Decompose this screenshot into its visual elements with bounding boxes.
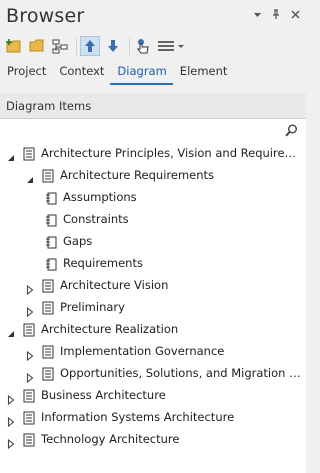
element-icon [45, 190, 57, 209]
menu-icon[interactable] [156, 36, 186, 56]
dropdown-icon[interactable] [252, 9, 262, 23]
diagram-icon [23, 388, 35, 407]
tab-project[interactable]: Project [0, 63, 52, 83]
tree-item-label: Constraints [63, 212, 129, 226]
tree-row[interactable]: Assumptions [0, 187, 306, 207]
collapsed-arrow-icon[interactable] [25, 346, 35, 362]
tree-item-label: Implementation Governance [60, 344, 225, 358]
tree-item-label: Business Architecture [41, 388, 166, 402]
tree-item-label: Opportunities, Solutions, and Migration … [60, 366, 302, 380]
diagram-icon [23, 410, 35, 429]
tree-item-label: Architecture Vision [60, 278, 169, 292]
tree-view[interactable]: Architecture Principles, Vision and Requ… [0, 119, 306, 473]
diagram-icon [42, 278, 54, 297]
folder-icon[interactable] [27, 36, 47, 56]
search-icon[interactable] [285, 122, 298, 141]
tree-item-label: Requirements [63, 256, 143, 270]
tree-item-label: Assumptions [63, 190, 137, 204]
tree-row[interactable]: Architecture Vision [0, 275, 306, 297]
tree-item-label: Architecture Requirements [60, 168, 215, 182]
close-icon[interactable] [290, 9, 300, 23]
tree-item-label: Architecture Realization [41, 322, 179, 336]
expanded-arrow-icon[interactable] [6, 324, 16, 337]
tree-row[interactable]: Information Systems Architecture [0, 407, 306, 429]
tab-diagram[interactable]: Diagram [110, 63, 173, 85]
tree-row[interactable]: Preliminary [0, 297, 306, 319]
move-down-icon[interactable] [103, 36, 123, 56]
tab-element[interactable]: Element [173, 63, 234, 83]
diagram-icon [23, 322, 35, 341]
expanded-arrow-icon[interactable] [6, 148, 16, 161]
tree-item-label: Architecture Principles, Vision and Requ… [41, 146, 302, 160]
browser-tabs: Project Context Diagram Element [0, 63, 233, 85]
tree-row[interactable]: Constraints [0, 209, 306, 229]
tree-row[interactable]: Opportunities, Solutions, and Migration … [0, 363, 306, 385]
element-icon [45, 234, 57, 253]
toolbar [4, 35, 189, 57]
diagram-icon [42, 344, 54, 363]
collapsed-arrow-icon[interactable] [25, 368, 35, 384]
tree-item-label: Preliminary [60, 300, 125, 314]
element-icon [45, 256, 57, 275]
collapsed-arrow-icon[interactable] [6, 434, 16, 450]
diagram-icon [23, 146, 35, 165]
window-title: Browser [6, 5, 85, 27]
toolbar-separator [76, 37, 77, 55]
hierarchy-icon[interactable] [50, 36, 70, 56]
move-up-icon[interactable] [80, 36, 100, 56]
collapsed-arrow-icon[interactable] [6, 412, 16, 428]
collapsed-arrow-icon[interactable] [25, 280, 35, 296]
tree-row[interactable]: Technology Architecture [0, 429, 306, 451]
diagram-icon [42, 366, 54, 385]
tree-row[interactable]: Gaps [0, 231, 306, 251]
tab-context[interactable]: Context [52, 63, 110, 83]
pin-icon[interactable] [271, 9, 281, 23]
tree-row[interactable]: Business Architecture [0, 385, 306, 407]
tree-row[interactable]: Implementation Governance [0, 341, 306, 363]
collapsed-arrow-icon[interactable] [6, 390, 16, 406]
tree-item-label: Technology Architecture [41, 432, 180, 446]
diagram-icon [23, 432, 35, 451]
tree-item-label: Gaps [63, 234, 93, 248]
section-title: Diagram Items [6, 99, 92, 113]
new-package-icon[interactable] [4, 36, 24, 56]
element-icon [45, 212, 57, 231]
toolbar-separator [129, 37, 130, 55]
diagram-icon [42, 168, 54, 187]
expanded-arrow-icon[interactable] [25, 170, 35, 183]
title-bar: Browser [0, 0, 306, 34]
collapsed-arrow-icon[interactable] [25, 302, 35, 318]
title-buttons [252, 9, 300, 23]
diagram-icon [42, 300, 54, 319]
pointer-hand-icon[interactable] [133, 36, 153, 56]
section-header: Diagram Items [0, 93, 306, 119]
tree-row[interactable]: Architecture Principles, Vision and Requ… [0, 143, 306, 163]
tree-row[interactable]: Requirements [0, 253, 306, 273]
tree-row[interactable]: Architecture Requirements [0, 165, 306, 185]
tree-row[interactable]: Architecture Realization [0, 319, 306, 339]
tree-item-label: Information Systems Architecture [41, 410, 235, 424]
